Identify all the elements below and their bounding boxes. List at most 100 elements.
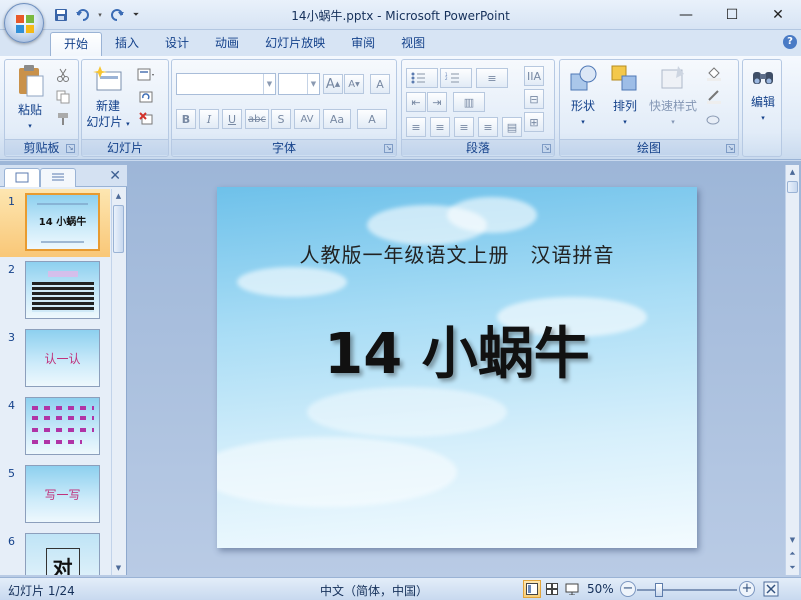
- slide-thumbnail-6[interactable]: 6 对: [0, 529, 110, 575]
- scroll-up-icon[interactable]: ▲: [786, 165, 799, 179]
- scroll-thumb[interactable]: [113, 205, 124, 253]
- tab-slideshow[interactable]: 幻灯片放映: [252, 32, 338, 56]
- line-spacing-icon[interactable]: ≡: [476, 68, 508, 88]
- italic-button[interactable]: I: [199, 109, 219, 129]
- shape-fill-icon[interactable]: [704, 64, 724, 82]
- text-direction-icon[interactable]: IIA: [524, 66, 544, 86]
- font-size-combo[interactable]: ▼: [278, 73, 320, 95]
- arrange-button[interactable]: 排列 ▾: [606, 64, 644, 130]
- font-name-combo[interactable]: ▼: [176, 73, 276, 95]
- arrange-icon: [611, 65, 637, 91]
- tab-review[interactable]: 审阅: [338, 32, 388, 56]
- thumbnail-preview: 14 小蜗牛: [25, 193, 100, 251]
- slide-thumbnail-4[interactable]: 4: [0, 393, 110, 461]
- tab-home[interactable]: 开始: [50, 32, 103, 56]
- decrease-indent-icon[interactable]: ⇤: [406, 92, 426, 112]
- slide-thumbnail-5[interactable]: 5 写一写: [0, 461, 110, 529]
- fit-to-window-icon[interactable]: [763, 581, 779, 597]
- tab-view[interactable]: 视图: [388, 32, 438, 56]
- justify-icon[interactable]: ≡: [478, 117, 498, 137]
- scroll-down-icon[interactable]: ▼: [786, 533, 799, 547]
- slide-title[interactable]: 14 小蜗牛: [217, 309, 697, 390]
- previous-slide-icon[interactable]: ⏶: [786, 547, 799, 561]
- grow-font-button[interactable]: A ▲: [323, 74, 343, 94]
- slide-sorter-icon[interactable]: [543, 580, 561, 598]
- strikethrough-button[interactable]: abc: [245, 109, 269, 129]
- underline-button[interactable]: U: [222, 109, 242, 129]
- zoom-slider-knob[interactable]: [655, 583, 664, 597]
- tab-animations[interactable]: 动画: [202, 32, 252, 56]
- bold-button[interactable]: B: [176, 109, 196, 129]
- format-painter-icon[interactable]: [53, 110, 73, 128]
- clear-format-icon[interactable]: A: [370, 74, 390, 94]
- shape-effects-icon[interactable]: [704, 110, 724, 128]
- slideshow-icon[interactable]: [563, 580, 581, 598]
- slide-scrollbar[interactable]: ▲ ▼ ⏶ ⏷: [785, 165, 799, 575]
- editing-button[interactable]: 编辑 ▾: [745, 66, 781, 126]
- next-slide-icon[interactable]: ⏷: [786, 561, 799, 575]
- quick-styles-button[interactable]: 快速样式 ▾: [646, 64, 700, 130]
- new-slide-label-2: 幻灯片: [86, 115, 123, 129]
- shapes-button[interactable]: 形状 ▾: [564, 64, 602, 130]
- layout-icon[interactable]: [136, 66, 156, 84]
- scroll-thumb[interactable]: [787, 181, 798, 193]
- shrink-font-button[interactable]: A ▼: [344, 74, 364, 94]
- change-case-button[interactable]: Aa: [323, 109, 351, 129]
- minimize-icon[interactable]: —: [663, 0, 709, 30]
- slide-subtitle[interactable]: 人教版一年级语文上册 汉语拼音: [217, 239, 697, 268]
- close-icon[interactable]: ✕: [109, 168, 121, 184]
- slides-tab[interactable]: [4, 168, 40, 187]
- align-left-icon[interactable]: ≡: [406, 117, 426, 137]
- shape-outline-icon[interactable]: [704, 87, 724, 105]
- char-spacing-button[interactable]: AV: [294, 109, 320, 129]
- clipboard-launcher-icon[interactable]: ↘: [66, 144, 75, 153]
- outline-tab[interactable]: [40, 168, 76, 187]
- zoom-out-icon[interactable]: −: [620, 581, 636, 597]
- align-text-icon[interactable]: ⊟: [524, 89, 544, 109]
- distributed-icon[interactable]: ▤: [502, 117, 522, 137]
- delete-slide-icon[interactable]: [136, 110, 156, 128]
- align-center-icon[interactable]: ≡: [430, 117, 450, 137]
- zoom-in-icon[interactable]: +: [739, 581, 755, 597]
- align-right-icon[interactable]: ≡: [454, 117, 474, 137]
- reset-slide-icon[interactable]: [136, 88, 156, 106]
- thumbnail-title: 14 小蜗牛: [38, 217, 87, 228]
- slide-thumbnail-2[interactable]: 2: [0, 257, 110, 325]
- paragraph-launcher-icon[interactable]: ↘: [542, 144, 551, 153]
- new-slide-button[interactable]: 新建 幻灯片 ▾: [84, 64, 132, 132]
- thumbnail-preview: [25, 397, 100, 455]
- increase-indent-icon[interactable]: ⇥: [427, 92, 447, 112]
- scroll-up-icon[interactable]: ▲: [112, 189, 125, 203]
- slide-counter: 幻灯片 1/24: [8, 584, 75, 598]
- columns-icon[interactable]: ▥: [453, 92, 485, 112]
- shadow-button[interactable]: S: [271, 109, 291, 129]
- bullets-icon[interactable]: [406, 68, 438, 88]
- slide-thumbnail-3[interactable]: 3 认一认: [0, 325, 110, 393]
- close-icon[interactable]: ✕: [755, 0, 801, 30]
- copy-icon[interactable]: [53, 88, 73, 106]
- smartart-icon[interactable]: ⊞: [524, 112, 544, 132]
- office-button[interactable]: [4, 3, 44, 43]
- numbering-icon[interactable]: 12: [440, 68, 472, 88]
- help-icon[interactable]: ?: [783, 35, 797, 49]
- zoom-slider[interactable]: [637, 589, 737, 591]
- slide-thumbnail-1[interactable]: 1 14 小蜗牛: [0, 189, 110, 257]
- drawing-launcher-icon[interactable]: ↘: [726, 144, 735, 153]
- title-bar: ▾ ⏷ 14小蜗牛.pptx - Microsoft PowerPoint — …: [0, 0, 801, 30]
- font-color-button[interactable]: A: [357, 109, 387, 129]
- cut-icon[interactable]: [53, 66, 73, 84]
- editing-label: 编辑: [750, 95, 775, 109]
- zoom-level[interactable]: 50%: [587, 582, 614, 596]
- maximize-icon[interactable]: ☐: [709, 0, 755, 30]
- paste-button[interactable]: 粘贴 ▾: [9, 64, 51, 134]
- ribbon-tabs: 开始 插入 设计 动画 幻灯片放映 审阅 视图 ?: [0, 30, 801, 56]
- scroll-down-icon[interactable]: ▼: [112, 561, 125, 575]
- normal-view-icon[interactable]: [523, 580, 541, 598]
- font-launcher-icon[interactable]: ↘: [384, 144, 393, 153]
- thumbnail-scrollbar[interactable]: ▲ ▼: [111, 189, 125, 575]
- language-indicator[interactable]: 中文（简体，中国）: [320, 582, 428, 599]
- slide-canvas[interactable]: 人教版一年级语文上册 汉语拼音 14 小蜗牛: [217, 187, 697, 548]
- office-logo-icon: [16, 15, 34, 33]
- tab-insert[interactable]: 插入: [102, 32, 152, 56]
- tab-design[interactable]: 设计: [152, 32, 202, 56]
